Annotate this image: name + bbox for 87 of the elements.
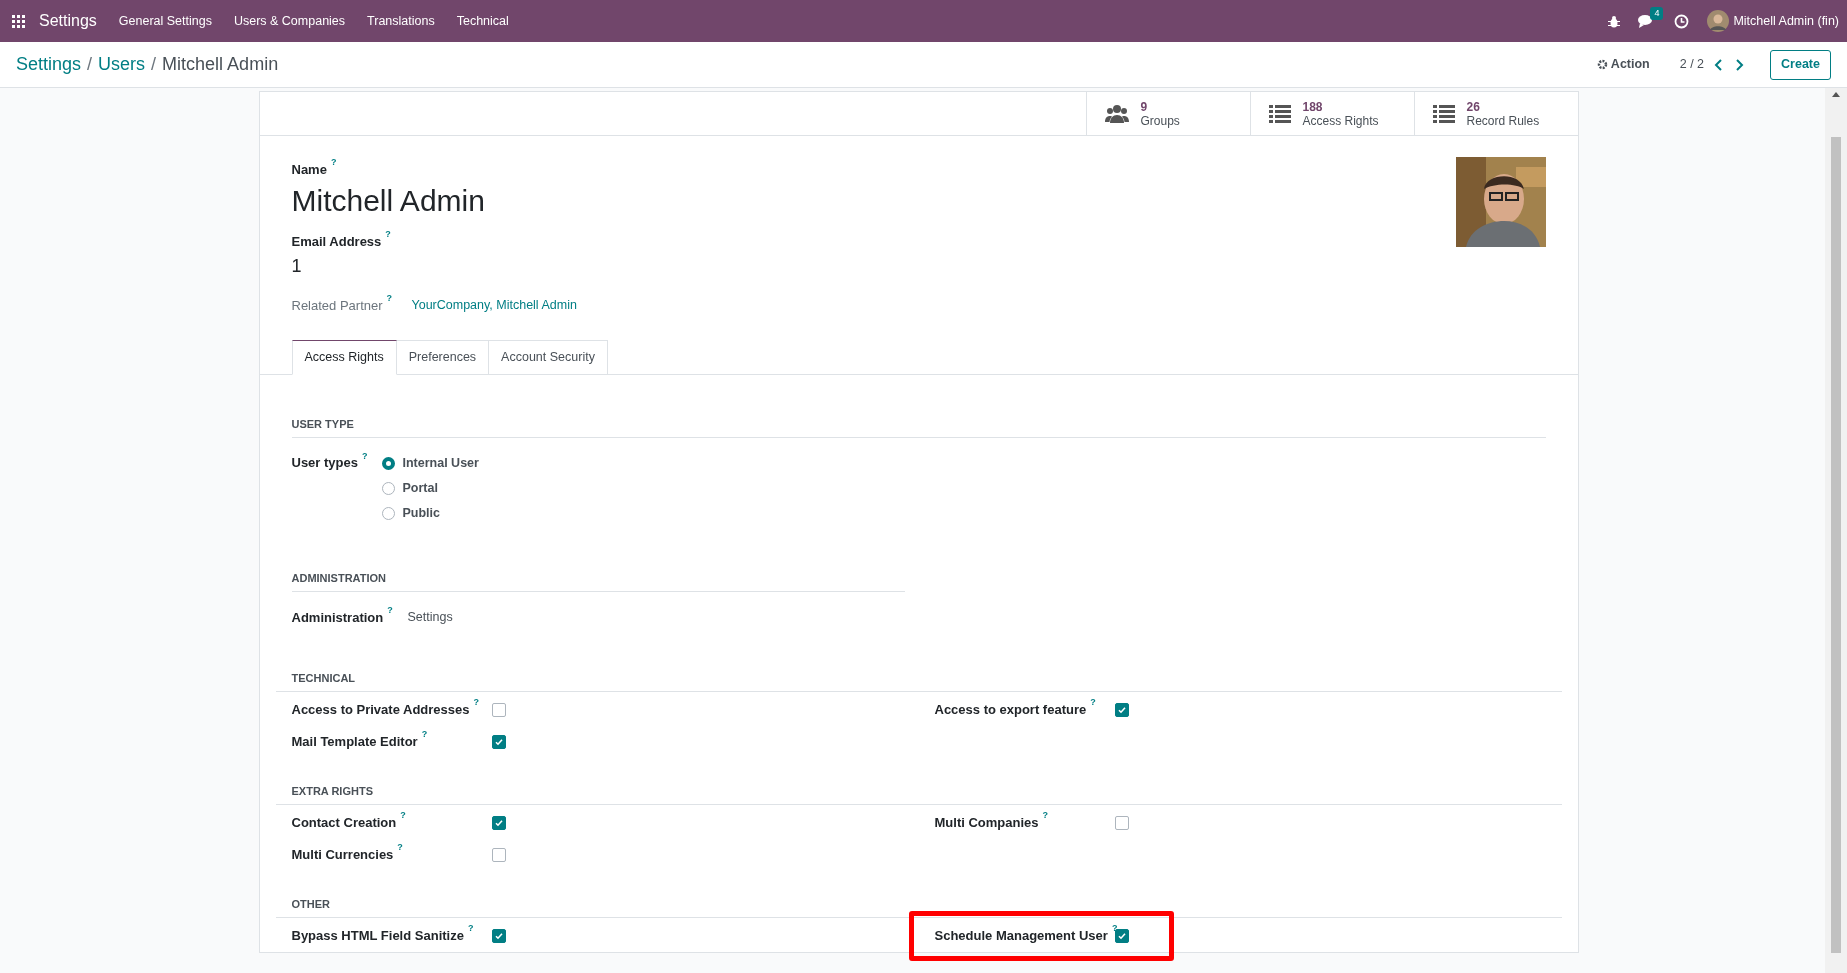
create-button[interactable]: Create <box>1770 49 1831 80</box>
field-label: Multi Currencies <box>291 846 394 865</box>
help-mark[interactable]: ? <box>473 697 479 708</box>
help-mark[interactable]: ? <box>385 228 391 239</box>
radio-label[interactable]: Public <box>402 503 440 523</box>
checkbox[interactable] <box>1114 703 1129 717</box>
field-label: Administration <box>291 608 384 627</box>
radio-label[interactable]: Internal User <box>402 453 479 473</box>
help-mark[interactable]: ? <box>387 604 393 615</box>
section-title: OTHER <box>291 898 330 910</box>
field-label: Mail Template Editor <box>291 733 418 752</box>
breadcrumb-separator: / <box>87 53 93 76</box>
section-title: USER TYPE <box>291 417 354 430</box>
previous-icon[interactable] <box>1714 58 1725 71</box>
field-label: User types <box>291 454 358 473</box>
list-icon <box>1432 103 1455 124</box>
smart-button[interactable]: 9 Groups <box>1085 92 1250 135</box>
field-label: Email Address <box>291 232 382 251</box>
users-icon <box>1104 102 1129 125</box>
section-title: TECHNICAL <box>291 672 356 684</box>
check-icon <box>493 931 504 941</box>
help-mark[interactable]: ? <box>400 810 406 821</box>
section-title: EXTRA RIGHTS <box>291 785 373 797</box>
radio-button[interactable] <box>381 456 395 470</box>
field-label: Related Partner <box>291 297 383 315</box>
scrollbar[interactable] <box>1825 88 1847 973</box>
breadcrumb-link[interactable]: Settings <box>16 51 82 78</box>
tab[interactable]: Account Security <box>489 339 608 375</box>
checkbox[interactable] <box>491 816 506 830</box>
field-label: Access to export feature <box>934 701 1087 720</box>
tab[interactable]: Access Rights <box>291 339 397 375</box>
smart-button[interactable]: 188 Access Rights <box>1249 92 1414 135</box>
apps-menu-icon[interactable] <box>12 14 25 28</box>
email-field[interactable]: 1 <box>291 253 302 280</box>
name-field[interactable]: Mitchell Admin <box>291 181 485 220</box>
field-label: Bypass HTML Field Sanitize <box>291 927 464 946</box>
smart-button[interactable]: 26 Record Rules <box>1413 92 1578 135</box>
menu-item[interactable]: Technical <box>456 11 509 31</box>
partner-link[interactable]: YourCompany, Mitchell Admin <box>411 296 577 316</box>
help-mark[interactable]: ? <box>1042 810 1048 821</box>
field-label: Contact Creation <box>291 814 397 833</box>
field-label: Multi Companies <box>934 814 1039 833</box>
avatar-icon[interactable] <box>1707 10 1730 32</box>
help-mark[interactable]: ? <box>362 450 368 461</box>
user-name[interactable]: Mitchell Admin (fin) <box>1733 11 1839 31</box>
check-icon <box>493 737 504 747</box>
clock-icon[interactable] <box>1674 13 1690 29</box>
bug-icon[interactable] <box>1608 14 1621 28</box>
checkbox[interactable] <box>491 848 506 862</box>
checkbox[interactable] <box>1114 929 1129 943</box>
breadcrumb-separator: / <box>151 53 157 76</box>
help-mark[interactable]: ? <box>330 157 337 167</box>
help-mark[interactable]: ? <box>1090 697 1096 708</box>
tab[interactable]: Preferences <box>396 339 490 375</box>
breadcrumb-link[interactable]: Users <box>98 51 146 78</box>
action-button[interactable]: Action <box>1596 55 1650 74</box>
help-mark[interactable]: ? <box>1111 923 1118 934</box>
radio-label[interactable]: Portal <box>402 478 438 498</box>
menu-item[interactable]: Users & Companies <box>233 11 346 31</box>
gear-icon <box>1596 59 1608 70</box>
field-label: Access to Private Addresses <box>291 701 470 720</box>
breadcrumb-current: Mitchell Admin <box>162 53 279 76</box>
checkbox[interactable] <box>491 929 506 943</box>
check-icon <box>493 818 504 828</box>
pager-value[interactable]: 2 / 2 <box>1679 55 1705 74</box>
radio-button[interactable] <box>381 481 395 495</box>
checkbox[interactable] <box>491 703 506 717</box>
notification-badge: 4 <box>1650 6 1664 20</box>
help-mark[interactable]: ? <box>421 729 428 740</box>
select-field[interactable]: Settings <box>407 607 453 627</box>
checkbox[interactable] <box>491 735 506 749</box>
check-icon <box>1116 705 1127 715</box>
scroll-up-icon[interactable] <box>1832 92 1840 97</box>
section-title: ADMINISTRATION <box>291 571 386 584</box>
help-mark[interactable]: ? <box>467 923 474 934</box>
app-title[interactable]: Settings <box>39 9 97 33</box>
menu-item[interactable]: General Settings <box>118 11 212 31</box>
help-mark[interactable]: ? <box>386 293 393 303</box>
help-mark[interactable]: ? <box>397 842 403 853</box>
check-icon <box>1116 931 1127 941</box>
list-icon <box>1268 103 1291 124</box>
field-label: Schedule Management User <box>934 927 1108 946</box>
field-label: Name <box>291 161 327 179</box>
checkbox[interactable] <box>1114 816 1129 830</box>
radio-button[interactable] <box>381 506 395 520</box>
next-icon[interactable] <box>1734 58 1745 71</box>
menu-item[interactable]: Translations <box>367 11 435 31</box>
